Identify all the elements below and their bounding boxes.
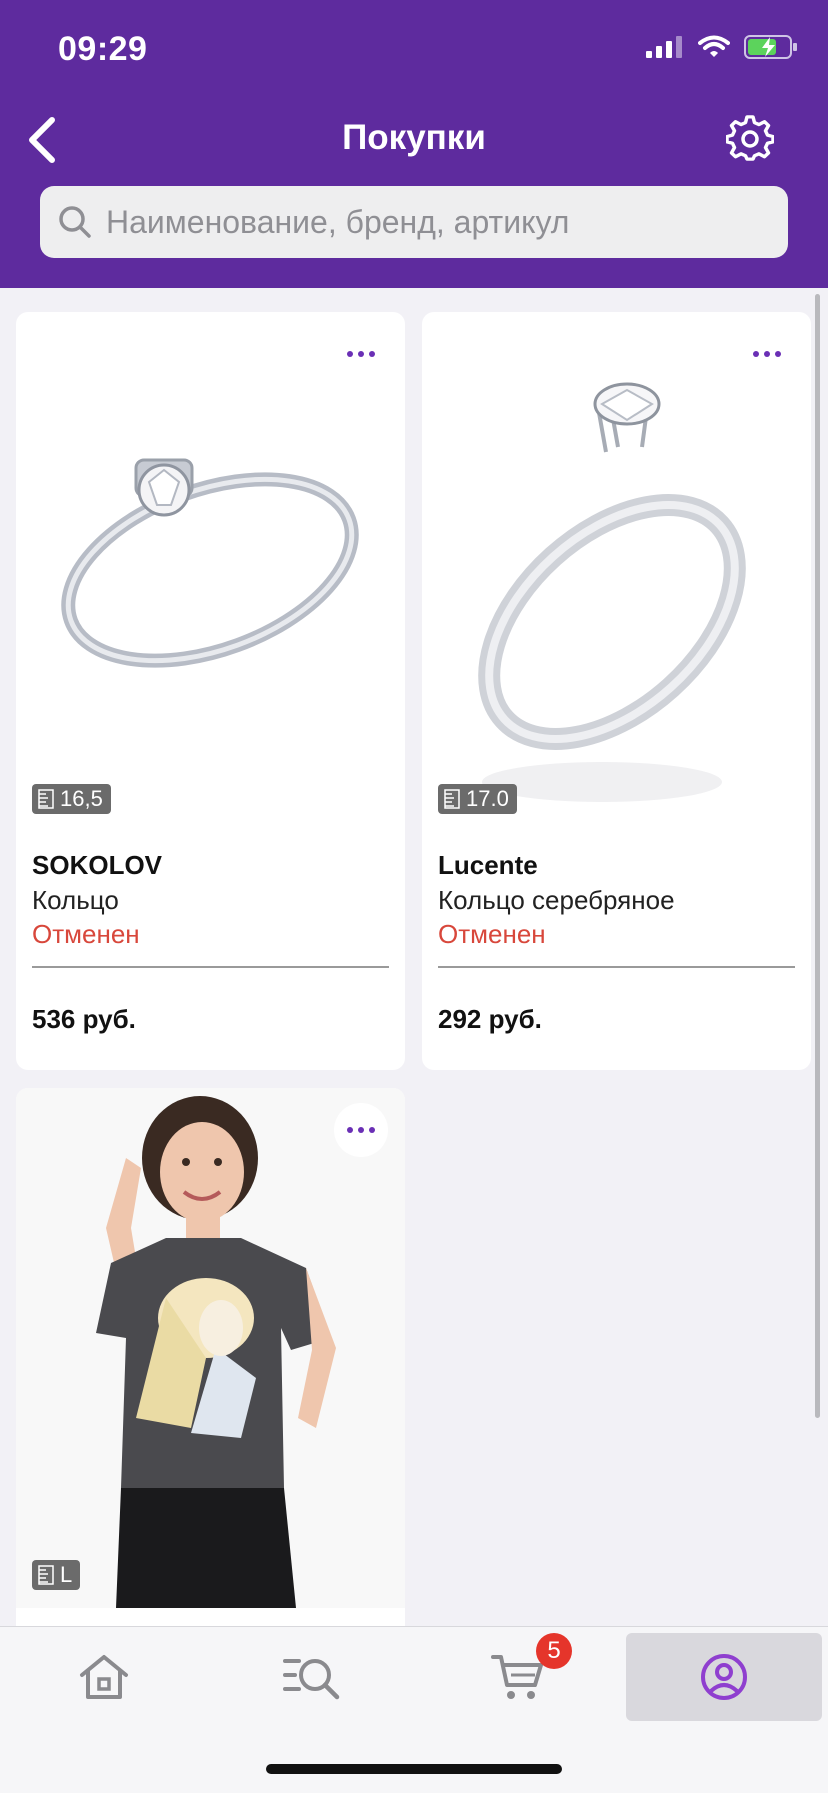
ruler-icon <box>38 1565 54 1585</box>
page-title: Покупки <box>342 118 486 157</box>
ring-image-icon <box>478 382 746 802</box>
dot <box>347 351 353 357</box>
product-card[interactable]: 16,5 SOKOLOV Кольцо Отменен 536 руб. <box>16 312 405 1070</box>
tab-profile[interactable] <box>626 1633 822 1721</box>
product-name: Кольцо <box>32 885 119 915</box>
divider <box>32 966 389 968</box>
dot <box>347 1127 353 1133</box>
dot <box>369 351 375 357</box>
status-time: 09:29 <box>58 30 148 68</box>
more-options-button[interactable] <box>740 327 794 381</box>
settings-button[interactable] <box>725 115 775 163</box>
product-price: 292 руб. <box>438 1004 542 1034</box>
dot <box>358 1127 364 1133</box>
product-brand: SOKOLOV <box>32 850 163 880</box>
gear-icon <box>725 115 775 161</box>
search-icon <box>59 206 91 238</box>
dot <box>753 351 759 357</box>
tshirt-model-image-icon <box>16 1088 405 1608</box>
more-options-button[interactable] <box>334 1103 388 1157</box>
cart-count-badge: 5 <box>536 1633 572 1669</box>
size-badge: 17.0 <box>438 784 517 814</box>
wifi-icon <box>698 35 730 57</box>
ruler-icon <box>38 789 54 809</box>
more-options-button[interactable] <box>334 327 388 381</box>
dot <box>764 351 770 357</box>
dot <box>358 351 364 357</box>
order-status: Отменен <box>32 919 140 949</box>
size-badge: L <box>32 1560 81 1590</box>
size-value: 17.0 <box>466 786 509 811</box>
size-value: L <box>60 1562 73 1587</box>
size-value: 16,5 <box>60 786 103 811</box>
ring-image-icon <box>61 458 359 668</box>
top-header: 09:29 Покупки <box>0 0 828 288</box>
ruler-icon <box>444 789 460 809</box>
cellular-signal-icon <box>646 36 682 58</box>
user-profile-icon <box>701 1654 747 1700</box>
product-price: 536 руб. <box>32 1004 136 1034</box>
home-indicator[interactable] <box>266 1764 562 1774</box>
product-image <box>422 312 811 830</box>
product-name: Кольцо серебряное <box>438 885 675 915</box>
size-badge: 16,5 <box>32 784 111 814</box>
tab-home[interactable] <box>6 1633 202 1721</box>
product-card[interactable]: L <box>16 1088 405 1626</box>
tab-catalog-search[interactable] <box>214 1633 410 1721</box>
divider <box>438 966 795 968</box>
product-card[interactable]: 17.0 Lucente Кольцо серебряное Отменен 2… <box>422 312 811 1070</box>
dot <box>369 1127 375 1133</box>
product-brand: Lucente <box>438 850 538 880</box>
cart-icon <box>491 1655 543 1699</box>
search-bar[interactable] <box>40 186 788 258</box>
search-input[interactable] <box>104 202 758 242</box>
home-icon <box>80 1655 128 1699</box>
scrollbar[interactable] <box>815 294 820 1418</box>
product-image <box>16 312 405 830</box>
product-image <box>16 1088 405 1608</box>
tab-cart[interactable] <box>420 1633 616 1721</box>
dot <box>775 351 781 357</box>
battery-charging-icon <box>744 35 797 59</box>
list-search-icon <box>283 1659 340 1700</box>
status-icons <box>646 34 798 60</box>
order-status: Отменен <box>438 919 546 949</box>
